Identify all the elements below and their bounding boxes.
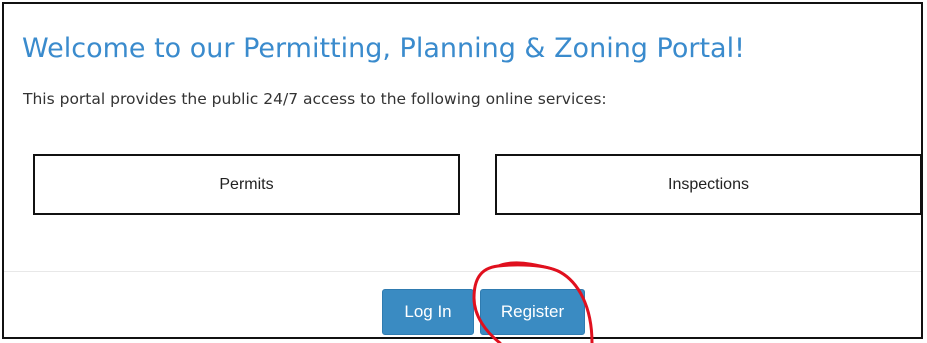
footer-divider xyxy=(4,271,921,272)
portal-description: This portal provides the public 24/7 acc… xyxy=(23,90,607,108)
portal-panel: Welcome to our Permitting, Planning & Zo… xyxy=(2,2,923,339)
page-title: Welcome to our Permitting, Planning & Zo… xyxy=(22,33,745,64)
permits-service-button[interactable]: Permits xyxy=(33,154,460,215)
inspections-service-button[interactable]: Inspections xyxy=(495,154,921,215)
log-in-button[interactable]: Log In xyxy=(382,289,474,335)
register-button[interactable]: Register xyxy=(480,289,585,335)
